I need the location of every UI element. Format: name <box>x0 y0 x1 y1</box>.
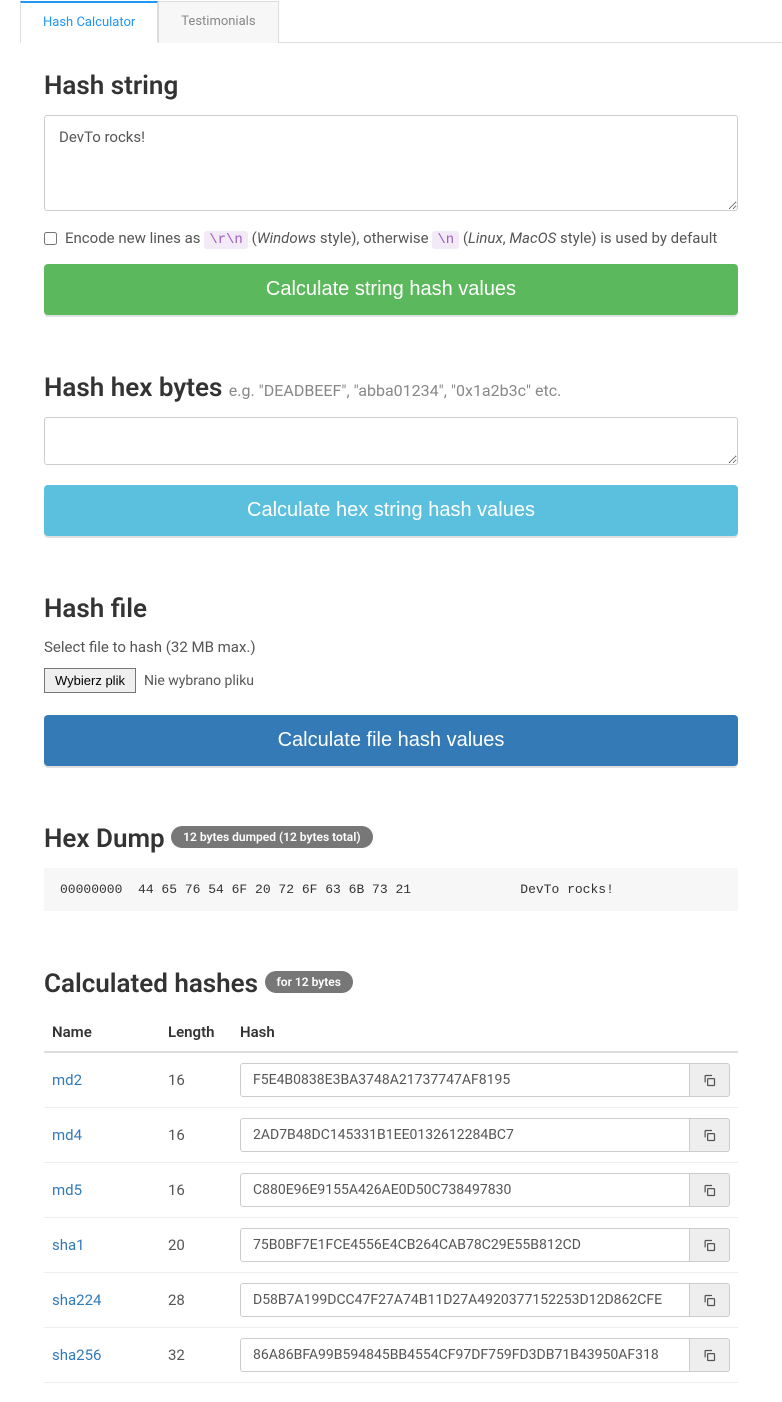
hash-hex-heading: Hash hex bytes e.g. "DEADBEEF", "abba012… <box>44 373 738 403</box>
copy-icon[interactable] <box>690 1118 730 1152</box>
hex-input[interactable] <box>44 417 738 465</box>
table-row: sha256 32 <box>44 1328 738 1383</box>
code-n: \n <box>432 231 459 249</box>
hash-length: 16 <box>160 1052 232 1108</box>
hash-name-link[interactable]: sha1 <box>52 1236 85 1254</box>
hexdump-heading: Hex Dump 12 bytes dumped (12 bytes total… <box>44 824 738 854</box>
hash-hex-hint: e.g. "DEADBEEF", "abba01234", "0x1a2b3c"… <box>229 381 562 400</box>
table-row: md2 16 <box>44 1052 738 1108</box>
hash-value-input[interactable] <box>240 1228 690 1262</box>
table-row: md4 16 <box>44 1108 738 1163</box>
hexdump-output: 00000000 44 65 76 54 6F 20 72 6F 63 6B 7… <box>44 868 738 911</box>
tab-hash-calculator[interactable]: Hash Calculator <box>20 1 158 43</box>
table-row: md5 16 <box>44 1163 738 1218</box>
file-hint: Select file to hash (32 MB max.) <box>44 638 738 656</box>
hash-length: 16 <box>160 1108 232 1163</box>
hash-file-heading: Hash file <box>44 594 738 624</box>
choose-file-button[interactable]: Wybierz plik <box>44 668 136 693</box>
hash-string-heading: Hash string <box>44 71 738 101</box>
calculate-string-button[interactable]: Calculate string hash values <box>44 264 738 315</box>
copy-icon[interactable] <box>690 1283 730 1317</box>
tab-bar: Hash Calculator Testimonials <box>20 0 782 43</box>
hash-name-link[interactable]: sha224 <box>52 1291 101 1309</box>
hash-length: 28 <box>160 1273 232 1328</box>
hash-name-link[interactable]: sha256 <box>52 1346 101 1364</box>
file-status: Nie wybrano pliku <box>144 673 254 689</box>
hashes-heading: Calculated hashes for 12 bytes <box>44 969 738 999</box>
hexdump-badge: 12 bytes dumped (12 bytes total) <box>171 826 372 848</box>
table-row: sha1 20 <box>44 1218 738 1273</box>
hash-length: 32 <box>160 1328 232 1383</box>
hash-value-input[interactable] <box>240 1063 690 1097</box>
copy-icon[interactable] <box>690 1063 730 1097</box>
hash-name-link[interactable]: md4 <box>52 1126 82 1144</box>
col-hash: Hash <box>232 1013 738 1052</box>
copy-icon[interactable] <box>690 1338 730 1372</box>
encode-crlf-checkbox[interactable] <box>44 232 57 245</box>
hash-value-input[interactable] <box>240 1173 690 1207</box>
table-row: sha224 28 <box>44 1273 738 1328</box>
tab-testimonials[interactable]: Testimonials <box>158 1 278 43</box>
hash-value-input[interactable] <box>240 1338 690 1372</box>
encode-label: Encode new lines as \r\n (Windows style)… <box>65 229 717 248</box>
string-input[interactable] <box>44 115 738 211</box>
copy-icon[interactable] <box>690 1173 730 1207</box>
hash-length: 16 <box>160 1163 232 1218</box>
hash-value-input[interactable] <box>240 1118 690 1152</box>
hashes-badge: for 12 bytes <box>265 971 353 993</box>
hash-length: 20 <box>160 1218 232 1273</box>
hash-name-link[interactable]: md5 <box>52 1181 82 1199</box>
col-name: Name <box>44 1013 160 1052</box>
code-rn: \r\n <box>204 231 248 249</box>
copy-icon[interactable] <box>690 1228 730 1262</box>
hashes-table: Name Length Hash md216md416md516sha120sh… <box>44 1013 738 1383</box>
hash-value-input[interactable] <box>240 1283 690 1317</box>
calculate-file-button[interactable]: Calculate file hash values <box>44 715 738 766</box>
col-length: Length <box>160 1013 232 1052</box>
calculate-hex-button[interactable]: Calculate hex string hash values <box>44 485 738 536</box>
hash-name-link[interactable]: md2 <box>52 1071 82 1089</box>
